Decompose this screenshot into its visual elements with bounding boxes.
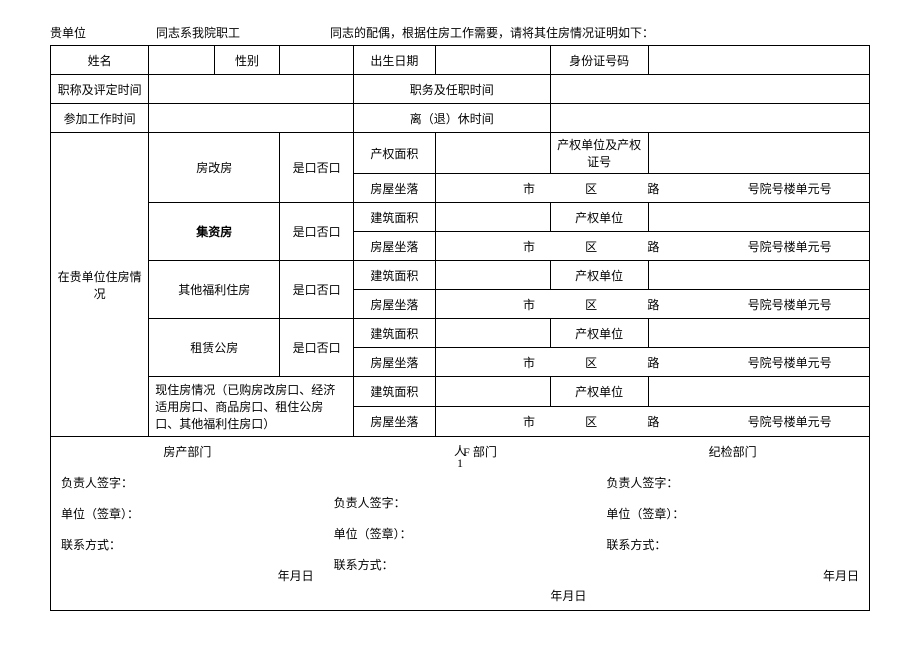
type-current: 现住房情况（已购房改房口、经济适用房口、商品房口、租住公房口、其他福利住房口）	[149, 377, 354, 437]
sig-l1c: 负责人签字：	[606, 474, 859, 491]
sig-col-3: 纪检部门 负责人签字： 单位（签章）： 联系方式： 年月日	[596, 437, 869, 610]
value-retire-time	[550, 104, 869, 133]
label-work-time: 参加工作时间	[51, 104, 149, 133]
type-jzf: 集资房	[149, 203, 280, 261]
sig-l1a: 负责人签字：	[61, 474, 314, 491]
sig-l3a: 联系方式：	[61, 536, 314, 553]
label-jzmj-zlgf: 建筑面积	[353, 319, 435, 348]
sig-dept-1: 房产部门	[61, 443, 314, 460]
sig-col-2: 人 1 F 部门 负责人签字： 单位（签章）： 联系方式： 年月日	[324, 437, 597, 610]
value-cqmj-fgf	[435, 133, 550, 174]
sig-l2a: 单位（签章）：	[61, 505, 314, 522]
yesno-qtfl: 是口否口	[280, 261, 354, 319]
label-fwzl-jzf: 房屋坐落	[353, 232, 435, 261]
value-work-time	[149, 104, 354, 133]
signature-block: 房产部门 负责人签字： 单位（签章）： 联系方式： 年月日 人 1 F 部门 负…	[50, 437, 870, 611]
label-fwzl-cur: 房屋坐落	[353, 407, 435, 437]
label-gender: 性别	[214, 46, 280, 75]
preamble-p3: 同志的配偶，根据住房工作需要，请将其住房情况证明如下：	[330, 24, 654, 41]
label-cqdw-jzf: 产权单位	[550, 203, 648, 232]
label-id: 身份证号码	[550, 46, 648, 75]
label-name: 姓名	[51, 46, 149, 75]
value-fwzl-qtfl: 市 区 路 号院号楼单元号	[435, 290, 869, 319]
type-zlgf: 租赁公房	[149, 319, 280, 377]
value-cqdwzh-fgf	[648, 133, 869, 174]
type-qtfl: 其他福利住房	[149, 261, 280, 319]
sig-l1b: 负责人签字：	[334, 494, 587, 511]
preamble-line: 贵单位 同志系我院职工 同志的配偶，根据住房工作需要，请将其住房情况证明如下：	[50, 24, 870, 41]
label-fwzl-fgf: 房屋坐落	[353, 174, 435, 203]
label-cqdwzh: 产权单位及产权证号	[550, 133, 648, 174]
label-dob: 出生日期	[353, 46, 435, 75]
sig-date-2: 年月日	[334, 587, 587, 604]
type-fgf: 房改房	[149, 133, 280, 203]
sig-date-3: 年月日	[606, 567, 859, 584]
label-cqdw-cur: 产权单位	[550, 377, 648, 407]
label-title-time: 职称及评定时间	[51, 75, 149, 104]
value-cqdw-zlgf	[648, 319, 869, 348]
value-fwzl-cur: 市 区 路 号院号楼单元号	[435, 407, 869, 437]
value-name	[149, 46, 215, 75]
row-title-duty: 职称及评定时间 职务及任职时间	[51, 75, 870, 104]
sig-col-1: 房产部门 负责人签字： 单位（签章）： 联系方式： 年月日	[51, 437, 324, 610]
value-fwzl-zlgf: 市 区 路 号院号楼单元号	[435, 348, 869, 377]
value-id	[648, 46, 869, 75]
value-dob	[435, 46, 550, 75]
sig-l2c: 单位（签章）：	[606, 505, 859, 522]
value-fwzl-jzf: 市 区 路 号院号楼单元号	[435, 232, 869, 261]
sig-date-1: 年月日	[61, 567, 314, 584]
label-cqdw-qtfl: 产权单位	[550, 261, 648, 290]
sig-l2b: 单位（签章）：	[334, 525, 587, 542]
main-form-table: 姓名 性别 出生日期 身份证号码 职称及评定时间 职务及任职时间 参加工作时间 …	[50, 45, 870, 437]
label-jzmj-qtfl: 建筑面积	[353, 261, 435, 290]
value-cqdw-cur	[648, 377, 869, 407]
yesno-zlgf: 是口否口	[280, 319, 354, 377]
value-jzmj-jzf	[435, 203, 550, 232]
value-duty-time	[550, 75, 869, 104]
preamble-p1: 贵单位	[50, 24, 86, 41]
sig-dept-2-suffix: F 部门	[463, 445, 497, 459]
label-fwzl-qtfl: 房屋坐落	[353, 290, 435, 319]
row-basic-info: 姓名 性别 出生日期 身份证号码	[51, 46, 870, 75]
sig-dept-2-float: 人 1	[454, 445, 466, 469]
value-gender	[280, 46, 354, 75]
label-jzmj-cur: 建筑面积	[353, 377, 435, 407]
sig-l3c: 联系方式：	[606, 536, 859, 553]
yesno-fgf: 是口否口	[280, 133, 354, 203]
sig-l3b: 联系方式：	[334, 556, 587, 573]
value-fwzl-fgf: 市 区 路 号院号楼单元号	[435, 174, 869, 203]
value-cqdw-qtfl	[648, 261, 869, 290]
side-label-housing: 在贵单位住房情 况	[51, 133, 149, 437]
sig-dept-3: 纪检部门	[606, 443, 859, 460]
preamble-p2: 同志系我院职工	[156, 24, 240, 41]
label-cqmj: 产权面积	[353, 133, 435, 174]
label-retire-time: 离（退）休时间	[353, 104, 550, 133]
value-jzmj-cur	[435, 377, 550, 407]
label-cqdw-zlgf: 产权单位	[550, 319, 648, 348]
label-duty-time: 职务及任职时间	[353, 75, 550, 104]
value-title-time	[149, 75, 354, 104]
yesno-jzf: 是口否口	[280, 203, 354, 261]
row-work-retire: 参加工作时间 离（退）休时间	[51, 104, 870, 133]
label-jzmj-jzf: 建筑面积	[353, 203, 435, 232]
value-jzmj-zlgf	[435, 319, 550, 348]
value-jzmj-qtfl	[435, 261, 550, 290]
label-fwzl-zlgf: 房屋坐落	[353, 348, 435, 377]
value-cqdw-jzf	[648, 203, 869, 232]
